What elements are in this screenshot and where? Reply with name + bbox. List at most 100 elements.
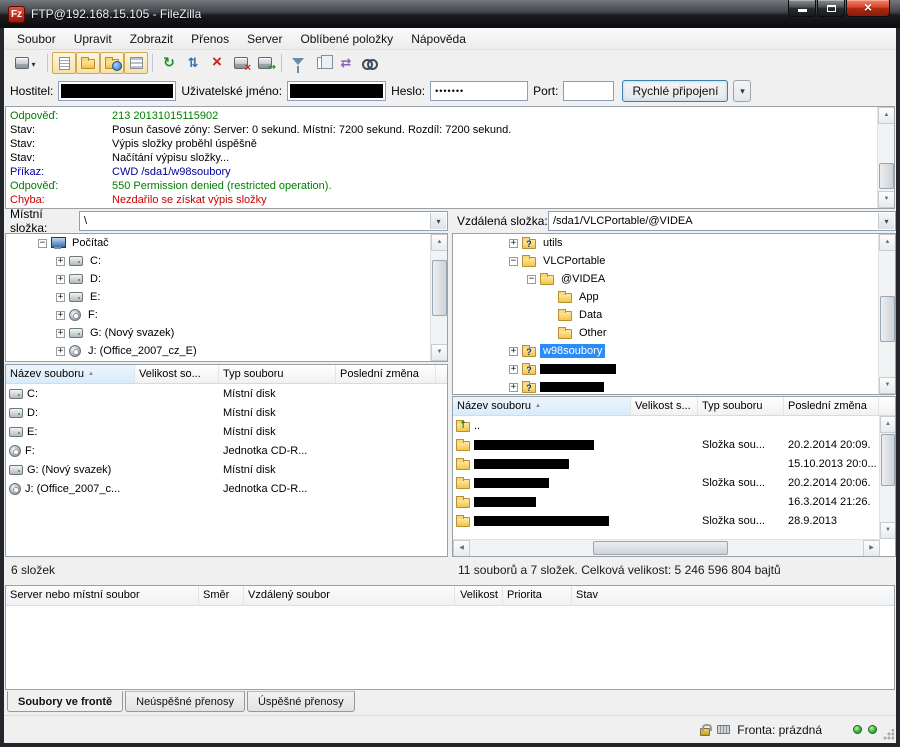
column-header-size[interactable]: Velikost [455,586,503,605]
port-input[interactable] [563,81,614,101]
expand-icon[interactable] [56,293,65,302]
host-input[interactable] [58,81,176,101]
expand-icon[interactable] [509,347,518,356]
file-row-parent[interactable]: .. [453,416,895,435]
scrollbar-thumb[interactable] [593,541,728,555]
scroll-down-icon[interactable] [879,377,896,394]
tree-item-utils[interactable]: utils [453,234,895,252]
sync-browsing-button[interactable] [334,52,358,74]
scroll-right-icon[interactable] [863,540,880,557]
file-row-redacted[interactable]: Složka sou...20.2.2014 20:09. [453,435,895,454]
expand-icon[interactable] [56,329,65,338]
column-header-size[interactable]: Velikost so... [135,365,219,383]
scroll-up-icon[interactable] [879,234,896,251]
toggle-message-log-button[interactable] [52,52,76,74]
expand-icon[interactable] [509,239,518,248]
quickconnect-dropdown-button[interactable] [733,80,751,102]
expand-icon[interactable] [56,275,65,284]
toggle-queue-button[interactable] [124,52,148,74]
toggle-local-tree-button[interactable] [76,52,100,74]
expand-icon[interactable] [509,365,518,374]
password-input[interactable]: ••••••• [430,81,528,101]
username-input[interactable] [287,81,386,101]
filter-button[interactable] [286,52,310,74]
scroll-up-icon[interactable] [431,234,448,251]
column-header-modified[interactable]: Poslední změna [784,397,879,415]
file-row-e[interactable]: E:Místní disk [6,422,447,441]
file-row-d[interactable]: D:Místní disk [6,403,447,422]
menu-soubor[interactable]: Soubor [8,29,65,49]
scroll-down-icon[interactable] [431,344,448,361]
scrollbar-thumb[interactable] [880,296,895,342]
column-header-modified[interactable]: Poslední změna [336,365,436,383]
scrollbar-thumb[interactable] [879,163,894,189]
scroll-up-icon[interactable] [880,416,896,433]
tree-item-d[interactable]: D: [6,270,447,288]
remote-list-hscrollbar[interactable] [453,539,880,556]
maximize-button[interactable] [817,0,845,17]
column-header-status[interactable]: Stav [572,586,894,605]
file-row-j[interactable]: J: (Office_2007_c...Jednotka CD-R... [6,479,447,498]
tree-item-other[interactable]: Other [453,324,895,342]
tree-item-redacted[interactable] [453,378,895,395]
scrollbar-thumb[interactable] [881,434,895,486]
column-header-name[interactable]: Název souboru [453,397,631,415]
column-header-type[interactable]: Typ souboru [698,397,784,415]
quickconnect-button[interactable]: Rychlé připojení [622,80,728,102]
tree-item-redacted[interactable] [453,360,895,378]
toggle-remote-tree-button[interactable] [100,52,124,74]
chevron-down-icon[interactable] [878,213,894,229]
tree-item-e[interactable]: E: [6,288,447,306]
compare-button[interactable] [310,52,334,74]
menu-server[interactable]: Server [238,29,291,49]
tree-item-vlcportable[interactable]: VLCPortable [453,252,895,270]
expand-icon[interactable] [509,383,518,392]
refresh-button[interactable] [157,52,181,74]
expand-icon[interactable] [56,347,65,356]
expand-icon[interactable] [56,311,65,320]
scroll-up-icon[interactable] [878,107,895,124]
scrollbar-thumb[interactable] [432,260,447,316]
column-header-remote-file[interactable]: Vzdálený soubor [244,586,455,605]
tree-item-pocitac[interactable]: Počítač [6,234,447,252]
collapse-icon[interactable] [527,275,536,284]
chevron-down-icon[interactable] [430,213,446,229]
remote-list-vscrollbar[interactable] [879,416,895,539]
tab-successful-transfers[interactable]: Úspěšné přenosy [247,691,355,712]
tree-item-g[interactable]: G: (Nový svazek) [6,324,447,342]
menu-napoveda[interactable]: Nápověda [402,29,475,49]
menu-upravit[interactable]: Upravit [65,29,121,49]
log-scrollbar[interactable] [877,107,894,208]
column-header-priority[interactable]: Priorita [503,586,572,605]
scroll-down-icon[interactable] [878,191,895,208]
file-row-redacted[interactable]: 16.3.2014 21:26. [453,492,895,511]
column-header-size[interactable]: Velikost s... [631,397,698,415]
tab-queued-files[interactable]: Soubory ve frontě [7,691,123,712]
local-tree-scrollbar[interactable] [430,234,447,361]
process-queue-button[interactable] [181,52,205,74]
tree-item-app[interactable]: App [453,288,895,306]
tree-item-data[interactable]: Data [453,306,895,324]
find-button[interactable] [358,52,382,74]
menu-prenos[interactable]: Přenos [182,29,238,49]
disconnect-button[interactable] [229,52,253,74]
close-button[interactable] [846,0,890,17]
tree-item-c[interactable]: C: [6,252,447,270]
tree-item-w98soubory[interactable]: w98soubory [453,342,895,360]
tree-item-videa[interactable]: @VIDEA [453,270,895,288]
minimize-button[interactable] [788,0,816,17]
collapse-icon[interactable] [38,239,47,248]
menu-oblibene-polozky[interactable]: Oblíbené položky [291,29,402,49]
tree-item-j[interactable]: J: (Office_2007_cz_E) [6,342,447,360]
local-directory-combobox[interactable]: \ [79,211,448,231]
column-header-direction[interactable]: Směr [199,586,244,605]
collapse-icon[interactable] [509,257,518,266]
scroll-down-icon[interactable] [880,522,896,539]
resize-grip[interactable] [882,729,894,741]
column-header-type[interactable]: Typ souboru [219,365,336,383]
file-row-redacted[interactable]: 15.10.2013 20:0... [453,454,895,473]
file-row-f[interactable]: F:Jednotka CD-R... [6,441,447,460]
remote-tree-scrollbar[interactable] [878,234,895,394]
remote-directory-combobox[interactable]: /sda1/VLCPortable/@VIDEA [548,211,896,231]
reconnect-button[interactable] [253,52,277,74]
